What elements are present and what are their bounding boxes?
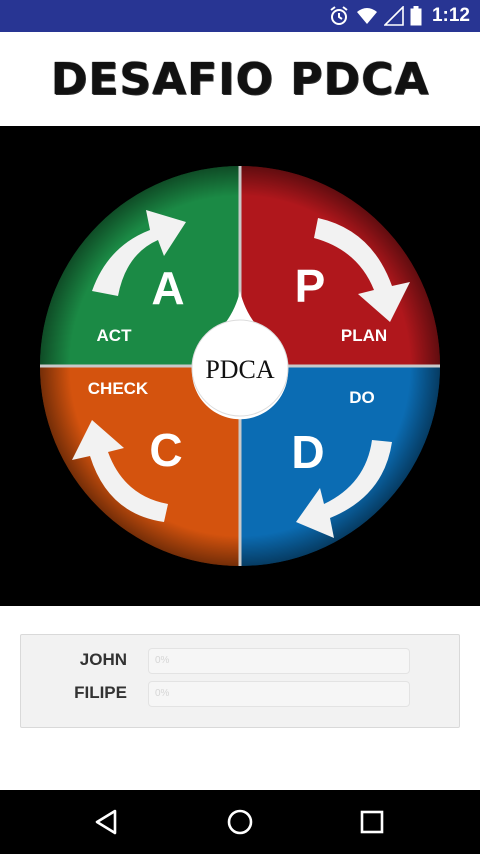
do-letter: D [291,426,324,478]
player-row: JOHN 0% [21,647,459,674]
recents-button[interactable] [352,802,392,842]
players-panel: JOHN 0% FILIPE 0% [20,634,460,728]
navigation-bar [0,790,480,854]
progress-bar: 0% [148,648,410,674]
pdca-diagram: A P D C ACT PLAN DO CHECK PDCA [40,166,440,566]
wifi-icon [356,6,378,26]
status-time: 1:12 [431,5,470,26]
progress-text: 0% [155,688,170,699]
back-button[interactable] [86,802,126,842]
battery-icon [410,6,422,26]
player-row: FILIPE 0% [21,680,459,707]
status-bar: 1:12 [0,0,480,32]
pdca-banner: A P D C ACT PLAN DO CHECK PDCA [0,126,480,606]
alarm-icon [328,5,350,27]
app-header: DESAFIO PDCA [0,32,480,126]
check-label: CHECK [88,379,149,398]
back-icon [95,809,117,835]
home-icon [227,809,253,835]
progress-bar: 0% [148,681,410,707]
act-label: ACT [97,326,133,345]
signal-icon [383,6,404,26]
progress-text: 0% [155,655,170,666]
home-button[interactable] [220,802,260,842]
act-letter: A [151,262,184,314]
check-letter: C [149,424,182,476]
player-name: FILIPE [74,683,127,702]
do-label: DO [349,388,375,407]
page-title: DESAFIO PDCA [50,53,430,105]
plan-letter: P [295,260,326,312]
plan-label: PLAN [341,326,387,345]
recents-icon [360,810,384,834]
center-label: PDCA [205,355,275,384]
player-name: JOHN [79,650,127,669]
status-icons: 1:12 [328,0,470,32]
